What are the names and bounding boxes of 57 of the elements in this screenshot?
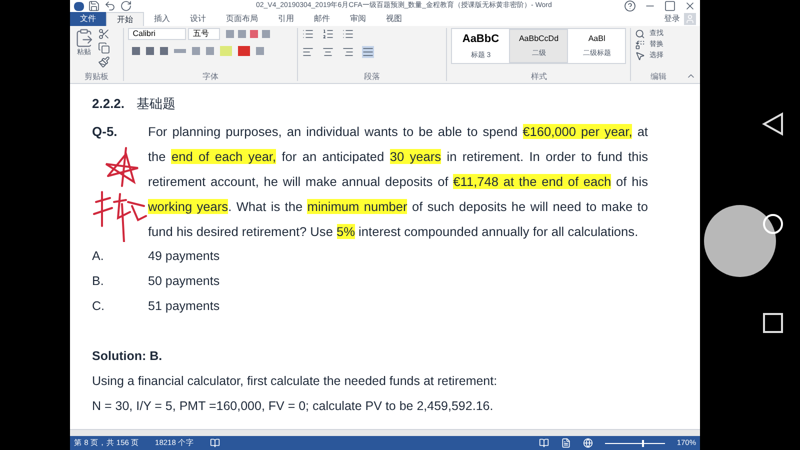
ribbon-tab[interactable]: 审阅 [340,12,376,26]
restore-icon[interactable] [664,0,676,12]
pointer-icon[interactable] [635,50,646,60]
print-layout-icon[interactable] [560,438,571,448]
ribbon-tab[interactable]: 视图 [376,12,412,26]
align-left-icon[interactable] [302,46,314,58]
numbering-icon[interactable] [322,28,334,40]
back-icon[interactable] [762,112,784,136]
redo-icon[interactable] [120,0,132,12]
align-center-icon[interactable] [322,46,334,58]
font-name-dropdown[interactable]: Calibri [128,28,186,40]
option-letter: B. [92,273,105,290]
home-icon[interactable] [762,213,784,235]
option-text: 50 payments [148,273,220,290]
section-title: 基础题 [136,96,176,114]
recents-icon[interactable] [763,313,783,333]
undo-icon[interactable] [104,0,116,12]
group-label: 段落 [363,73,382,81]
proofing-icon[interactable] [210,438,220,448]
solution-text: Using a financial calculator, first calculate the needed funds at retirement: [92,373,498,390]
question-number: Q-5. [92,123,118,141]
justify-icon[interactable] [362,46,374,58]
ribbon-tab[interactable]: 文件 [70,12,106,26]
ribbon-tab[interactable]: 邮件 [304,12,340,26]
section-number: 2.2.2. [92,95,125,113]
copy-icon[interactable] [98,42,110,54]
ribbon-tab[interactable]: 插入 [144,12,180,26]
read-mode-icon[interactable] [538,438,549,448]
replace-icon[interactable] [635,40,646,50]
help-icon[interactable] [624,0,636,12]
cut-icon[interactable] [98,28,110,40]
save-icon[interactable] [88,0,100,12]
paste-icon[interactable] [74,28,94,48]
close-icon[interactable] [684,0,696,12]
ribbon-tab[interactable]: 引用 [268,12,304,26]
search-icon[interactable] [635,28,646,38]
web-layout-icon[interactable] [582,438,593,448]
option-letter: C. [92,298,106,316]
option-text: 51 payments [148,298,220,316]
ribbon-tab[interactable]: 页面布局 [216,12,268,26]
option-letter: A. [92,248,105,266]
format-painter-icon[interactable] [98,56,110,68]
app-icon [74,2,84,10]
solution-heading: Solution: B. [92,348,164,366]
solution-text: N = 30, I/Y = 5, PMT =160,000, FV = 0; calculate PV to be 2,459,592.16. [92,398,494,416]
font-tools-drawing [226,30,270,38]
font-size-dropdown[interactable]: 五号 [188,28,220,40]
group-label: 字体 [201,73,220,81]
align-right-icon[interactable] [342,46,354,58]
ribbon-tab[interactable]: 设计 [180,12,216,26]
horizontal-scrollbar[interactable] [70,429,700,436]
sign-in-link[interactable]: 登录 [664,13,680,25]
ribbon-tab[interactable]: 开始 [106,12,144,26]
option-text: 49 payments [148,248,220,266]
group-label: 剪贴板 [83,73,110,81]
group-label: 编辑 [650,73,668,81]
group-label: 样式 [530,73,548,81]
